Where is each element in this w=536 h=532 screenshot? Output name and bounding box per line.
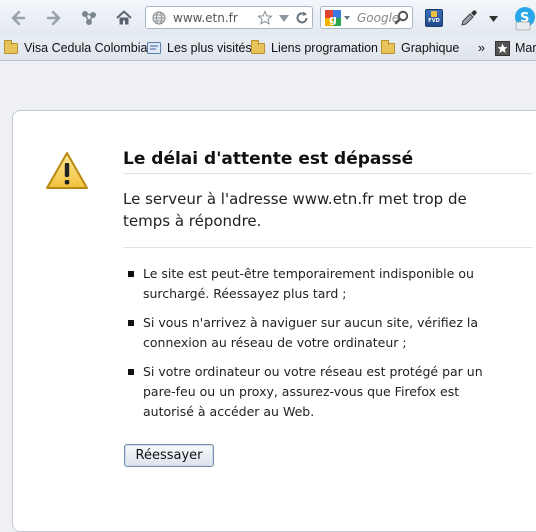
bookmark-label: Visa Cedula Colombia [24, 41, 148, 55]
description-divider [123, 247, 533, 248]
google-engine-icon[interactable]: g [325, 10, 341, 26]
url-text: www.etn.fr [173, 11, 238, 25]
bookmark-plus-visites[interactable]: Les plus visités [147, 40, 252, 56]
warning-icon [46, 152, 88, 189]
bookmark-label: Liens programation [271, 41, 379, 55]
error-card: Le délai d'attente est dépassé Le serveu… [12, 110, 536, 532]
bookmark-label: Les plus visités [167, 41, 252, 55]
folder-icon [381, 39, 395, 54]
bookmark-label: Graphique [401, 41, 460, 55]
search-bar[interactable]: g Google [320, 6, 413, 29]
fvd-label: FVD [428, 18, 440, 24]
history-dropdown-icon[interactable] [279, 15, 289, 22]
globe-icon [152, 11, 166, 25]
bookmarks-overflow-button[interactable]: » [478, 40, 485, 56]
bookmark-liens-programation[interactable]: Liens programation [251, 39, 379, 56]
error-description: Le serveur à l'adresse www.etn.fr met tr… [123, 190, 467, 230]
page-content: Le délai d'attente est dépassé Le serveu… [0, 61, 536, 532]
home-icon [116, 10, 132, 25]
list-item: Si votre ordinateur ou votre réseau est … [128, 362, 498, 422]
svg-text:g: g [329, 13, 337, 26]
smart-folder-icon [147, 42, 161, 54]
nodes-icon [82, 11, 96, 25]
addon-button[interactable] [76, 6, 102, 30]
eyedropper-button[interactable] [459, 8, 479, 28]
back-button[interactable] [5, 6, 31, 30]
home-button[interactable] [111, 6, 137, 30]
fvd-arrow-icon [431, 11, 437, 17]
reload-icon[interactable] [294, 10, 310, 26]
fvd-button[interactable]: FVD [425, 9, 443, 27]
bookmark-mar[interactable]: Mar [495, 40, 536, 56]
back-arrow-icon [11, 10, 26, 26]
folder-icon [4, 39, 18, 54]
search-input[interactable]: Google [357, 11, 399, 25]
navigation-toolbar: www.etn.fr g Google FVD S [0, 0, 536, 36]
engine-dropdown-icon[interactable] [344, 16, 350, 20]
bookmarks-toolbar: Visa Cedula Colombia Les plus visités Li… [0, 36, 536, 61]
forward-arrow-icon [46, 10, 61, 26]
bookmark-visa-cedula[interactable]: Visa Cedula Colombia [4, 39, 148, 56]
bookmark-star-icon[interactable] [257, 10, 273, 26]
title-divider [123, 173, 533, 174]
list-item: Si vous n'arrivez à naviguer sur aucun s… [128, 313, 498, 353]
forward-button[interactable] [41, 6, 67, 30]
star-bookmark-icon [495, 40, 510, 56]
skype-button[interactable]: S [512, 5, 536, 31]
chevron-double-icon: » [478, 41, 485, 55]
folder-icon [251, 39, 265, 54]
reasons-list: Le site est peut-être temporairement ind… [128, 264, 498, 431]
retry-button[interactable]: Réessayer [124, 444, 214, 467]
address-bar[interactable]: www.etn.fr [145, 6, 313, 29]
error-title: Le délai d'attente est dépassé [123, 149, 414, 169]
search-icon[interactable] [394, 10, 409, 25]
menu-dropdown-icon[interactable] [489, 16, 498, 22]
bookmark-label: Mar [515, 41, 536, 55]
eyedropper-icon [461, 10, 477, 26]
list-item: Le site est peut-être temporairement ind… [128, 264, 498, 304]
bookmark-graphique[interactable]: Graphique [381, 39, 460, 56]
skype-icon: S [515, 7, 535, 31]
